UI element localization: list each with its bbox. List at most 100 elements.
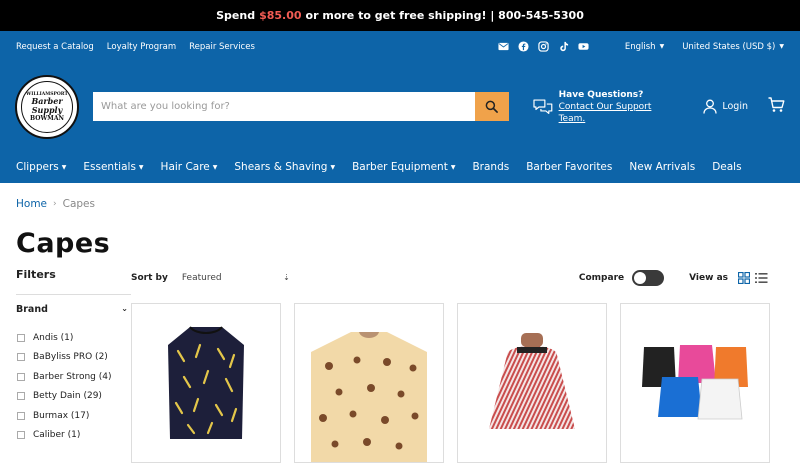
checkbox[interactable]	[17, 411, 25, 420]
chevron-down-icon: ▼	[330, 163, 336, 171]
youtube-icon[interactable]	[578, 41, 589, 52]
link-loyalty-program[interactable]: Loyalty Program	[107, 42, 176, 52]
brand-filter-list: Andis (1) BaByliss PRO (2) Barber Strong…	[17, 328, 111, 445]
brand-option-label: Caliber (1)	[33, 430, 81, 441]
nav-label: New Arrivals	[629, 161, 696, 173]
nav-barber-favorites[interactable]: Barber Favorites	[526, 161, 612, 173]
support-text: Have Questions? Contact Our Support Team…	[559, 89, 680, 125]
announce-suffix: or more to get free shipping! | 800-545-…	[305, 9, 584, 22]
announce-prefix: Spend	[216, 9, 256, 22]
nav-label: Brands	[472, 161, 510, 173]
sort-toolbar: Sort by Featured ⇣ Compare View as	[131, 270, 768, 286]
chevron-down-icon: ▼	[138, 163, 144, 171]
login-button[interactable]: Login	[703, 99, 748, 114]
brand-filter-option[interactable]: Burmax (17)	[17, 406, 111, 426]
utility-bar: Request a Catalog Loyalty Program Repair…	[0, 31, 800, 62]
chevron-down-icon: ▼	[450, 163, 456, 171]
brand-filter-option[interactable]: Andis (1)	[17, 328, 111, 348]
chevron-down-icon: ▼	[659, 43, 665, 50]
nav-clippers[interactable]: Clippers ▼	[16, 161, 66, 173]
breadcrumb: Home › Capes	[16, 198, 95, 210]
announce-price: $85.00	[259, 9, 302, 22]
currency-label: United States (USD $)	[682, 41, 776, 52]
nav-label: Clippers	[16, 161, 59, 173]
link-repair-services[interactable]: Repair Services	[189, 42, 255, 52]
login-label: Login	[722, 101, 748, 112]
brand-option-label: Burmax (17)	[33, 410, 90, 421]
nav-label: Barber Equipment	[352, 161, 448, 173]
nav-label: Deals	[712, 161, 742, 173]
language-selector[interactable]: English ▼	[625, 42, 664, 52]
brand-filter-option[interactable]: BaByliss PRO (2)	[17, 348, 111, 368]
search-button[interactable]	[474, 92, 509, 121]
brand-filter-option[interactable]: Betty Dain (29)	[17, 387, 111, 407]
social-links	[498, 41, 589, 52]
brand-filter-option[interactable]: Caliber (1)	[17, 426, 111, 446]
user-icon	[703, 99, 718, 114]
sort-select[interactable]: Featured ⇣	[182, 273, 290, 283]
product-image	[311, 332, 427, 462]
instagram-icon[interactable]	[538, 41, 549, 52]
checkbox[interactable]	[17, 333, 25, 342]
sort-arrows-icon: ⇣	[283, 273, 290, 282]
brand-filter-label: Brand	[16, 304, 48, 315]
compare-label: Compare	[578, 273, 625, 283]
sort-label: Sort by	[131, 273, 168, 283]
nav-label: Shears & Shaving	[234, 161, 328, 173]
support-block: Have Questions? Contact Our Support Team…	[533, 89, 680, 125]
chevron-down-icon: ▼	[212, 163, 218, 171]
product-card[interactable]	[294, 303, 444, 463]
view-switcher	[738, 272, 768, 284]
tiktok-icon[interactable]	[558, 41, 569, 52]
product-image	[489, 333, 575, 429]
support-title: Have Questions?	[558, 89, 644, 100]
checkbox[interactable]	[17, 431, 25, 440]
support-link[interactable]: Contact Our Support Team.	[559, 101, 680, 125]
nav-hair-care[interactable]: Hair Care ▼	[161, 161, 218, 173]
brand-option-label: Betty Dain (29)	[33, 391, 102, 402]
product-image	[642, 345, 748, 420]
currency-selector[interactable]: United States (USD $) ▼	[682, 42, 784, 52]
view-as-label: View as	[689, 273, 728, 283]
product-card[interactable]	[457, 303, 607, 463]
brand-option-label: Barber Strong (4)	[33, 371, 112, 382]
checkbox[interactable]	[17, 392, 25, 401]
search-icon	[485, 100, 499, 113]
breadcrumb-home[interactable]: Home	[16, 198, 47, 210]
breadcrumb-current: Capes	[62, 198, 95, 210]
brand-option-label: Andis (1)	[33, 332, 74, 343]
search-input[interactable]	[93, 92, 475, 121]
chevron-right-icon: ›	[53, 199, 57, 209]
cart-button[interactable]	[768, 96, 785, 117]
logo-badge: WILLIAMSPORT Barber Supply BOWMAN	[21, 80, 73, 133]
logo-middle-text-2: Supply	[31, 104, 63, 115]
brand-filter-option[interactable]: Barber Strong (4)	[17, 367, 111, 387]
link-request-catalog[interactable]: Request a Catalog	[16, 42, 94, 52]
main-header: WILLIAMSPORT Barber Supply BOWMAN Have Q…	[0, 62, 800, 151]
store-logo[interactable]: WILLIAMSPORT Barber Supply BOWMAN	[15, 74, 79, 139]
grid-view-icon[interactable]	[738, 272, 750, 284]
checkbox[interactable]	[17, 372, 25, 381]
product-card[interactable]	[131, 303, 281, 463]
product-card[interactable]	[620, 303, 770, 463]
nav-shears-shaving[interactable]: Shears & Shaving ▼	[234, 161, 335, 173]
compare-toggle[interactable]	[632, 270, 665, 286]
chevron-down-icon: ⌄	[121, 304, 128, 313]
checkbox[interactable]	[17, 353, 25, 362]
logo-bottom-text: BOWMAN	[30, 114, 64, 122]
facebook-icon[interactable]	[518, 41, 529, 52]
chevron-down-icon: ▼	[779, 43, 784, 50]
list-view-icon[interactable]	[755, 272, 768, 284]
page-title: Capes	[16, 228, 111, 259]
main-nav: Clippers ▼ Essentials ▼ Hair Care ▼ Shears …	[0, 151, 800, 183]
email-icon[interactable]	[498, 41, 509, 52]
cart-icon	[768, 96, 785, 112]
nav-barber-equipment[interactable]: Barber Equipment ▼	[352, 161, 455, 173]
nav-brands[interactable]: Brands	[472, 161, 509, 173]
nav-essentials[interactable]: Essentials ▼	[83, 161, 143, 173]
sort-selected-value: Featured	[181, 273, 222, 283]
nav-deals[interactable]: Deals	[712, 161, 741, 173]
brand-filter-toggle[interactable]: Brand ⌄	[16, 304, 128, 315]
chat-icon	[533, 98, 553, 114]
nav-new-arrivals[interactable]: New Arrivals	[629, 161, 695, 173]
